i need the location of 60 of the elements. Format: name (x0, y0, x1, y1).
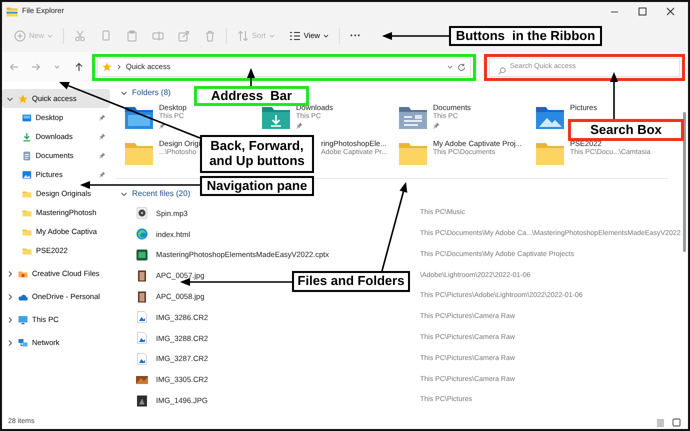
project-icon (136, 248, 148, 261)
search-icon (498, 66, 506, 75)
callout-label: Buttons in the Ribbon (449, 26, 602, 46)
maximize-icon (638, 6, 646, 16)
folder-icon (22, 188, 32, 198)
chevron-icon (116, 64, 122, 70)
section-header[interactable]: Folders (8) (116, 84, 175, 102)
trash-icon (204, 30, 216, 42)
close-icon (666, 6, 674, 16)
document-icon (22, 150, 32, 160)
photo-icon (136, 374, 148, 386)
clipboard-icon (126, 30, 138, 42)
pointer-arrow (247, 68, 255, 86)
copy-icon (100, 30, 112, 42)
section-header[interactable]: Recent files (20) (116, 185, 194, 203)
photo-icon (136, 394, 148, 407)
callout-label: Back, Forward, and Up buttons (200, 135, 314, 173)
forward-arrow-icon (30, 62, 41, 72)
image-file-icon (136, 311, 148, 324)
list-icon (656, 418, 664, 426)
monitor-icon (22, 112, 32, 122)
caret-icon (322, 33, 329, 39)
image-file-icon (136, 352, 148, 365)
tiles-icon (672, 418, 680, 426)
caret-icon (268, 33, 275, 39)
sort-icon (237, 30, 250, 42)
more-button[interactable]: ··· (346, 26, 365, 46)
folder-icon (18, 268, 28, 278)
image-file-icon (136, 332, 148, 344)
folder-icon (22, 246, 32, 256)
back-arrow-icon (8, 62, 19, 72)
callout-label: Search Box (568, 119, 684, 141)
picture-icon (22, 170, 32, 180)
callout-label: Navigation pane (200, 176, 314, 196)
star-icon (102, 62, 112, 72)
refresh-icon (457, 62, 466, 72)
callout-label: Address Bar (194, 86, 309, 106)
folder-icon (22, 226, 32, 236)
photo-icon (136, 290, 148, 303)
folder-icon (6, 6, 18, 16)
rename-icon (152, 30, 164, 42)
callout-label: Files and Folders (292, 271, 410, 292)
browser-icon (136, 228, 148, 240)
pointer-arrow (382, 32, 449, 40)
monitor-icon (18, 314, 28, 324)
disc-icon (136, 207, 148, 220)
tiles-view-button[interactable] (670, 416, 682, 428)
folder-icon (22, 208, 32, 218)
download-icon (22, 132, 32, 142)
photo-icon (136, 270, 148, 282)
network-icon (18, 338, 28, 348)
star-icon (18, 94, 28, 104)
list-icon (288, 30, 301, 42)
caret-icon (447, 64, 453, 70)
caret-icon (47, 33, 54, 39)
plus-icon (14, 30, 26, 42)
scissors-icon (74, 30, 86, 42)
share-icon (178, 30, 190, 42)
pointer-arrow (610, 72, 618, 119)
up-arrow-icon (74, 62, 84, 72)
